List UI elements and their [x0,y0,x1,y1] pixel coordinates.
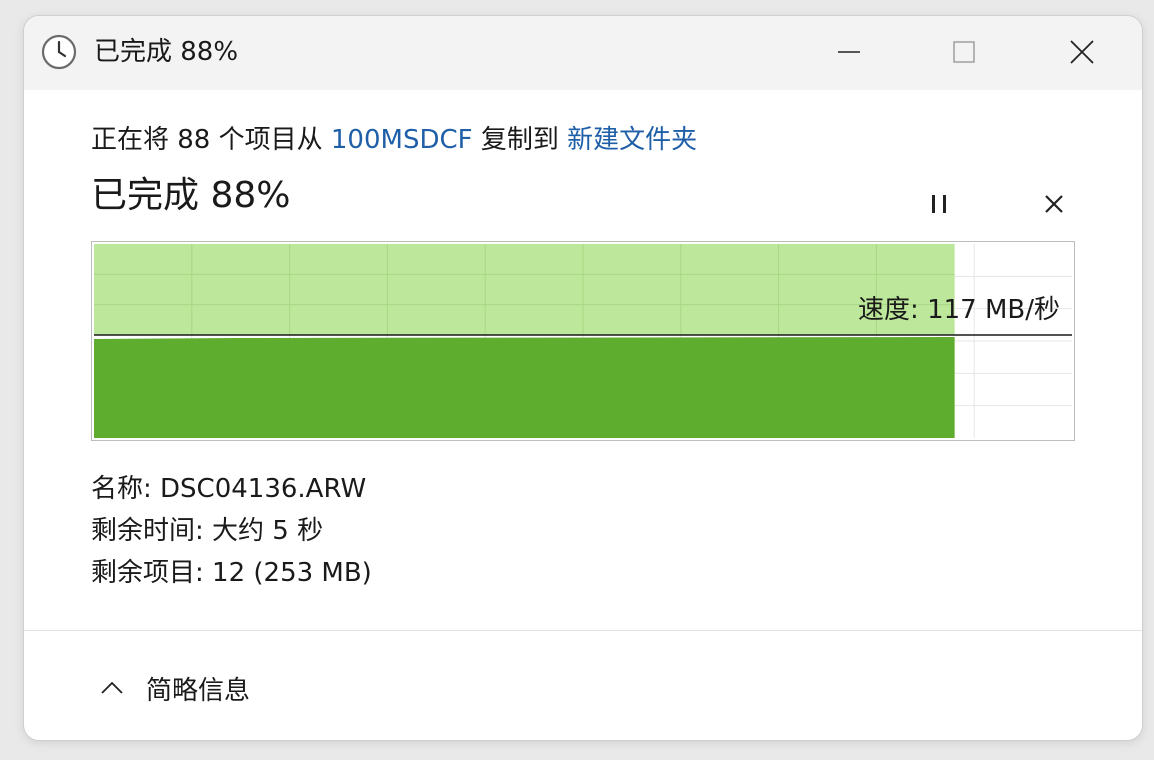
cancel-copy-button[interactable] [1034,184,1074,224]
footer-divider [24,630,1142,631]
copy-description: 正在将 88 个项目从 100MSDCF 复制到 新建文件夹 [91,120,697,160]
speed-chart [94,244,1072,438]
copy-dialog: 已完成 88% 正在将 88 个项目从 100MSDCF 复制到 新建文件夹 已… [23,15,1143,741]
items-remaining-label: 剩余项目: [91,558,213,588]
source-folder-link[interactable]: 100MSDCF [331,125,473,155]
speed-graph: 速度: 117 MB/秒 [91,241,1075,441]
fewer-details-label: 简略信息 [146,675,251,706]
cancel-icon [1045,195,1063,213]
close-window-button[interactable] [1052,30,1112,74]
title-bar[interactable]: 已完成 88% [24,16,1142,90]
items-remaining-value: 12 (253 MB) [212,558,372,588]
minimize-icon [838,51,860,53]
completed-light-area [94,244,955,335]
pause-icon [932,195,946,213]
chevron-up-icon [101,681,123,694]
progress-status: 已完成 88% [91,175,291,216]
minimize-button[interactable] [819,30,879,74]
copy-prefix: 正在将 88 个项目从 [91,125,331,155]
copy-middle: 复制到 [472,125,568,155]
close-icon [1070,40,1094,64]
file-name-row: 名称: DSC04136.ARW [91,468,372,510]
time-remaining-label: 剩余时间: [91,516,213,546]
fewer-details-toggle[interactable]: 简略信息 [100,666,250,710]
maximize-button[interactable] [934,30,994,74]
maximize-icon [953,41,975,63]
file-name-label: 名称: [91,474,161,504]
pause-button[interactable] [919,184,959,224]
window-title: 已完成 88% [94,37,239,67]
speed-label: 速度: 117 MB/秒 [858,295,1060,325]
time-remaining-value: 大约 5 秒 [212,516,324,546]
items-remaining-row: 剩余项目: 12 (253 MB) [91,552,372,594]
file-name-value: DSC04136.ARW [160,474,367,504]
clock-icon [41,34,77,70]
time-remaining-row: 剩余时间: 大约 5 秒 [91,510,372,552]
speed-area [94,337,955,438]
transfer-details: 名称: DSC04136.ARW 剩余时间: 大约 5 秒 剩余项目: 12 (… [91,468,372,594]
destination-folder-link[interactable]: 新建文件夹 [567,125,697,155]
